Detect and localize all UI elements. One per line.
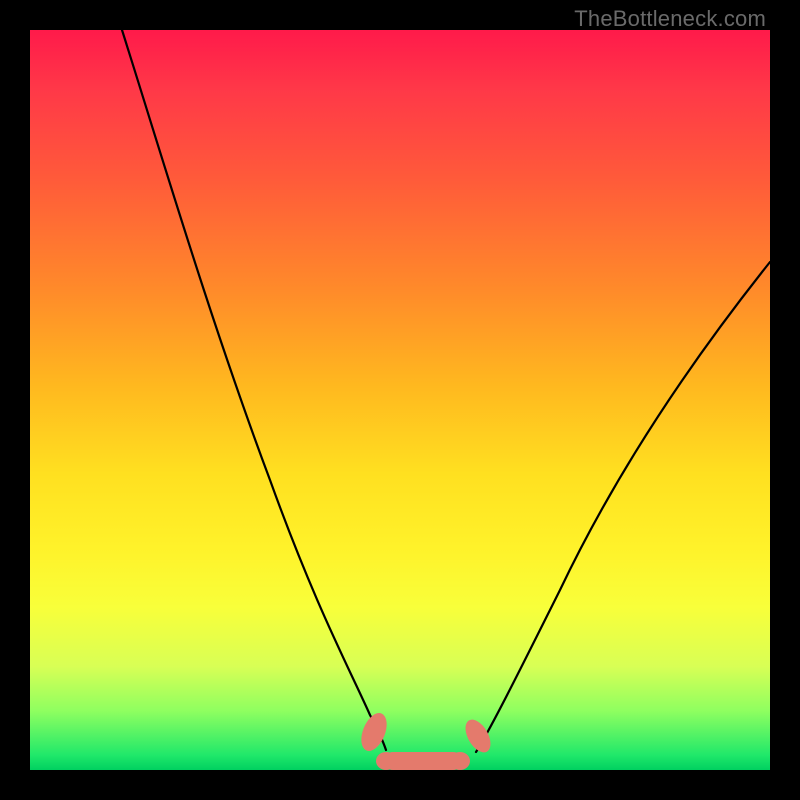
watermark-text: TheBottleneck.com xyxy=(574,6,766,32)
curve-right xyxy=(476,262,770,752)
plot-area xyxy=(30,30,770,770)
chart-frame: TheBottleneck.com xyxy=(0,0,800,800)
optimal-zone xyxy=(356,709,495,770)
blob-center-left-cap xyxy=(376,752,396,770)
blob-center-right-cap xyxy=(450,752,470,770)
curve-left xyxy=(122,30,386,750)
curves-svg xyxy=(30,30,770,770)
